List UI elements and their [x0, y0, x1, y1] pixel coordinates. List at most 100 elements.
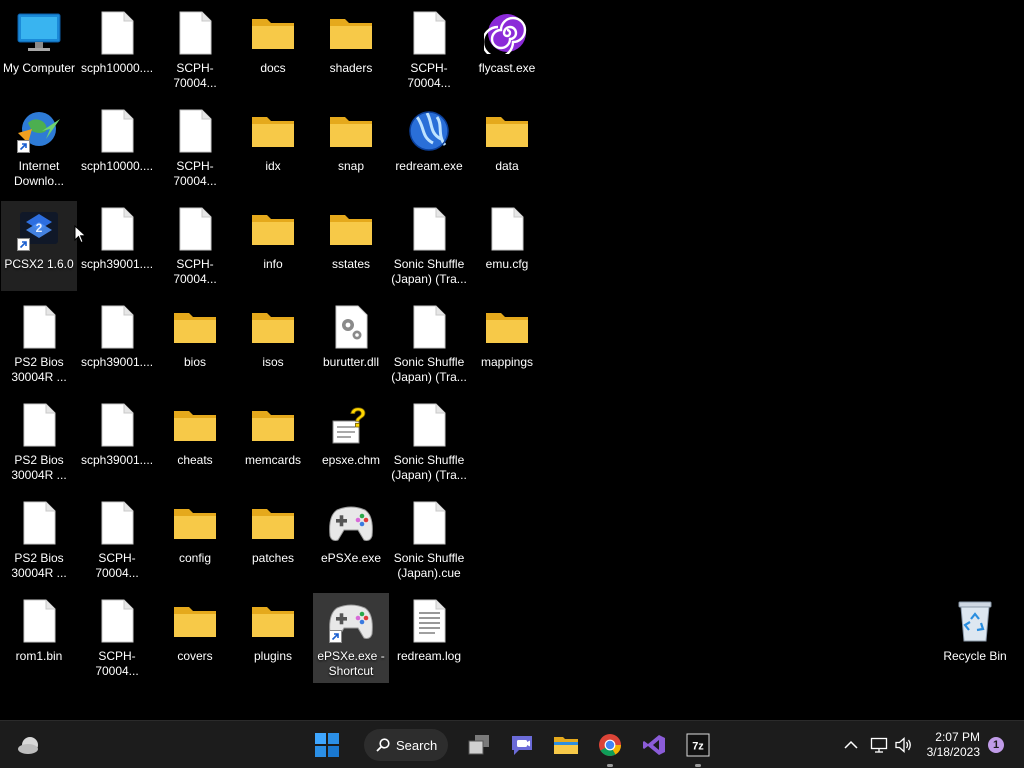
desktop-icon-epsxe-exe[interactable]: ePSXe.exe [313, 495, 389, 585]
desktop-icon-flycast-exe[interactable]: flycast.exe [469, 5, 545, 95]
desktop-icon-label: covers [177, 649, 213, 663]
document-icon [15, 501, 63, 545]
desktop-icon-label: Sonic Shuffle (Japan) (Tra... [391, 453, 467, 482]
desktop-icon-ps2-bios-file[interactable]: PS2 Bios 30004R ... [1, 299, 77, 389]
desktop-icon-label: cheats [177, 453, 213, 467]
desktop-icon-label: SCPH-70004... [95, 649, 139, 678]
folder-icon [483, 305, 531, 349]
network-status-button[interactable] [868, 729, 890, 761]
desktop-icon-scph-70004-file[interactable]: SCPH-70004... [79, 593, 155, 683]
desktop-icon-sonic-shuffle-cue[interactable]: Sonic Shuffle (Japan).cue [391, 495, 467, 585]
desktop-icon-scph39001-file[interactable]: scph39001.... [79, 397, 155, 487]
redream-icon [405, 109, 453, 153]
network-icon [870, 737, 888, 753]
folder-icon [171, 599, 219, 643]
desktop-icon-sstates-folder[interactable]: sstates [313, 201, 389, 291]
start-button[interactable] [312, 729, 342, 761]
file-explorer-icon [554, 737, 578, 754]
desktop-icon-scph-70004-file[interactable]: SCPH-70004... [157, 201, 233, 291]
document-icon [93, 501, 141, 545]
desktop-icon-idx-folder[interactable]: idx [235, 103, 311, 193]
show-hidden-icons-button[interactable] [841, 729, 861, 761]
desktop-icon-config-folder[interactable]: config [157, 495, 233, 585]
document-icon [93, 207, 141, 251]
desktop-icon-redream-log[interactable]: redream.log [391, 593, 467, 683]
desktop-icon-scph39001-file[interactable]: scph39001.... [79, 299, 155, 389]
desktop-icon-shaders-folder[interactable]: shaders [313, 5, 389, 95]
desktop-icon-info-folder[interactable]: info [235, 201, 311, 291]
desktop-icon-label: info [263, 257, 283, 271]
desktop-icon-recycle-bin[interactable]: Recycle Bin [937, 593, 1013, 683]
desktop-icon-label: plugins [253, 649, 293, 663]
desktop-icon-label: emu.cfg [485, 257, 529, 271]
document-icon [405, 207, 453, 251]
visual-studio-button[interactable] [639, 729, 669, 761]
desktop-icon-redream-exe[interactable]: redream.exe [391, 103, 467, 193]
shortcut-arrow-icon [17, 238, 30, 251]
desktop-icon-scph-70004-file[interactable]: SCPH-70004... [157, 103, 233, 193]
folder-icon [171, 501, 219, 545]
desktop-icon-label: scph10000.... [80, 159, 154, 173]
desktop-icon-epsxe-shortcut[interactable]: ePSXe.exe - Shortcut [313, 593, 389, 683]
desktop-icon-sonic-shuffle-file[interactable]: Sonic Shuffle (Japan) (Tra... [391, 201, 467, 291]
desktop-icon-internet-download-manager-shortcut[interactable]: Internet Downlo... [1, 103, 77, 193]
clock[interactable]: 2:07 PM 3/18/2023 [927, 730, 980, 760]
desktop-icon-scph-70004-file[interactable]: SCPH-70004... [79, 495, 155, 585]
desktop-icon-scph-70004-file[interactable]: SCPH-70004... [391, 5, 467, 95]
task-view-icon [468, 735, 489, 755]
desktop-icon-label: memcards [244, 453, 301, 467]
search-box[interactable]: Search [364, 729, 448, 761]
desktop-icon-pcsx2-shortcut[interactable]: 2 PCSX2 1.6.0 [1, 201, 77, 291]
desktop-icon-data-folder[interactable]: data [469, 103, 545, 193]
7zip-icon: 7z [686, 733, 710, 757]
volume-button[interactable] [893, 729, 915, 761]
desktop-icon-isos-folder[interactable]: isos [235, 299, 311, 389]
desktop-icon-label: ePSXe.exe - Shortcut [317, 649, 385, 678]
desktop-icon-ps2-bios-file[interactable]: PS2 Bios 30004R ... [1, 397, 77, 487]
task-view-button[interactable] [464, 729, 494, 761]
file-explorer-button[interactable] [551, 729, 581, 761]
text-file-icon [405, 599, 453, 643]
desktop-icon-patches-folder[interactable]: patches [235, 495, 311, 585]
pcsx2-icon: 2 [15, 207, 63, 251]
desktop-icon-burutter-dll[interactable]: burutter.dll [313, 299, 389, 389]
desktop-icon-covers-folder[interactable]: covers [157, 593, 233, 683]
weather-widget[interactable] [14, 729, 44, 761]
desktop-icon-ps2-bios-file[interactable]: PS2 Bios 30004R ... [1, 495, 77, 585]
desktop-icon-rom1-bin[interactable]: rom1.bin [1, 593, 77, 683]
shortcut-arrow-icon [17, 140, 30, 153]
desktop-icon-scph39001-file[interactable]: scph39001.... [79, 201, 155, 291]
folder-icon [327, 11, 375, 55]
desktop-icon-epsxe-chm[interactable]: ? epsxe.chm [313, 397, 389, 487]
document-icon [15, 403, 63, 447]
desktop-icon-label: scph39001.... [80, 453, 154, 467]
desktop-icon-label: Sonic Shuffle (Japan).cue [393, 551, 465, 580]
desktop-icon-snap-folder[interactable]: snap [313, 103, 389, 193]
recycle-bin-icon [951, 599, 999, 643]
desktop-icon-emu-cfg-file[interactable]: emu.cfg [469, 201, 545, 291]
search-label: Search [396, 737, 438, 753]
desktop-icon-plugins-folder[interactable]: plugins [235, 593, 311, 683]
document-icon [483, 207, 531, 251]
desktop-icon-scph10000-file[interactable]: scph10000.... [79, 5, 155, 95]
teams-chat-button[interactable] [507, 729, 537, 761]
chrome-button[interactable] [595, 729, 625, 767]
7zip-button[interactable]: 7z [683, 729, 713, 767]
clock-time: 2:07 PM [935, 730, 980, 744]
desktop-icon-sonic-shuffle-file[interactable]: Sonic Shuffle (Japan) (Tra... [391, 397, 467, 487]
desktop-icon-label: burutter.dll [322, 355, 380, 369]
desktop-icon-bios-folder[interactable]: bios [157, 299, 233, 389]
desktop-icon-cheats-folder[interactable]: cheats [157, 397, 233, 487]
desktop-icon-scph-70004-file[interactable]: SCPH-70004... [157, 5, 233, 95]
desktop-icon-scph10000-file[interactable]: scph10000.... [79, 103, 155, 193]
desktop-icon-label: ePSXe.exe [320, 551, 382, 565]
desktop-icon-label: Sonic Shuffle (Japan) (Tra... [391, 257, 467, 286]
desktop-icon-memcards-folder[interactable]: memcards [235, 397, 311, 487]
notification-badge[interactable]: 1 [988, 737, 1004, 753]
chat-icon [512, 736, 532, 755]
desktop-icon-my-computer[interactable]: My Computer [1, 5, 77, 95]
desktop-icon-mappings-folder[interactable]: mappings [469, 299, 545, 389]
desktop-icon-docs-folder[interactable]: docs [235, 5, 311, 95]
desktop-icon-sonic-shuffle-file[interactable]: Sonic Shuffle (Japan) (Tra... [391, 299, 467, 389]
desktop-icon-label: SCPH-70004... [407, 61, 451, 90]
